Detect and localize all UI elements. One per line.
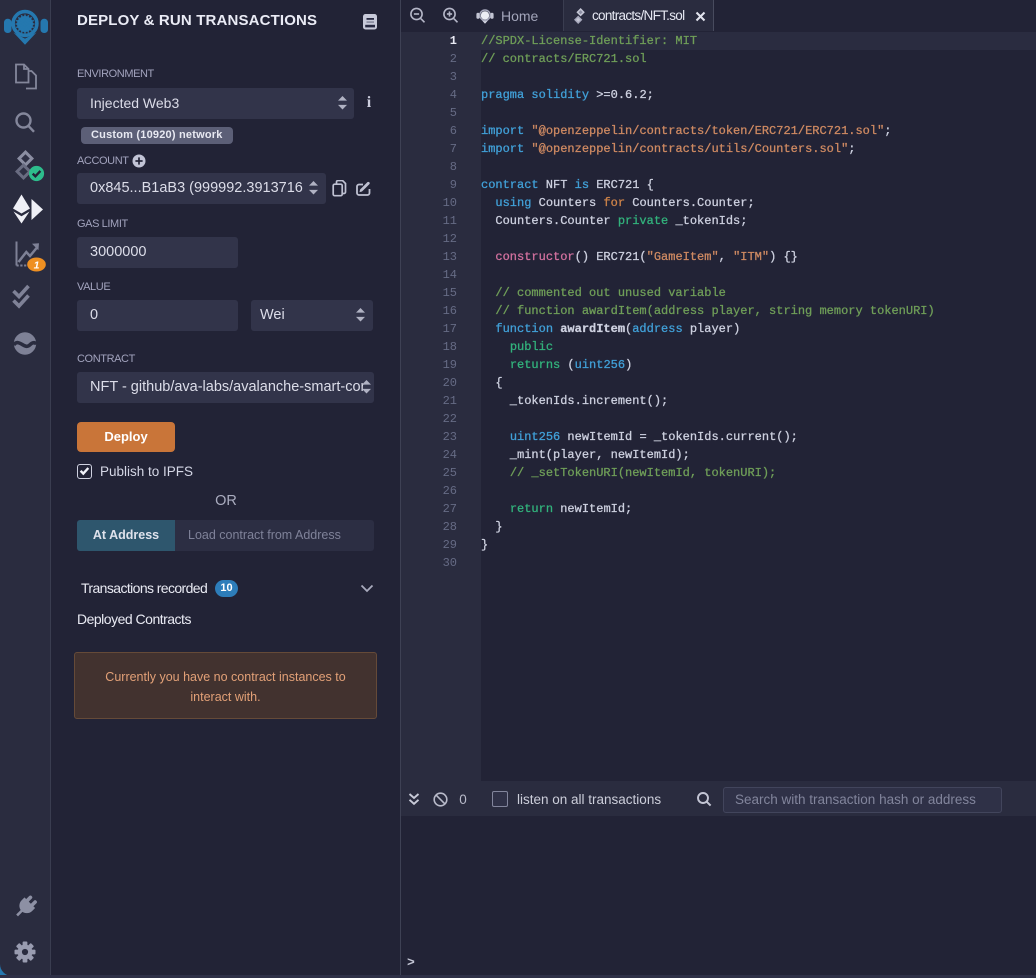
svg-text:1: 1	[34, 260, 40, 272]
